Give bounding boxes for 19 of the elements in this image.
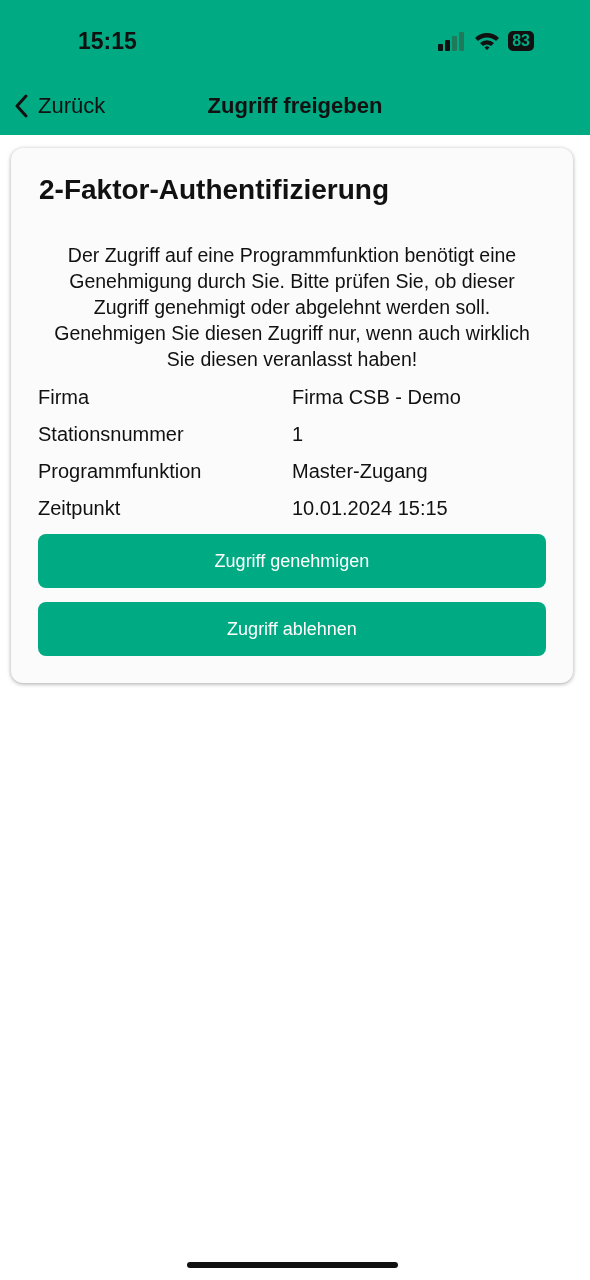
detail-value: Master-Zugang (292, 460, 429, 483)
card-title: 2-Faktor-Authentifizierung (39, 174, 390, 206)
detail-label: Programmfunktion (38, 460, 203, 483)
battery-level: 83 (508, 31, 534, 51)
detail-label: Stationsnummer (38, 423, 185, 446)
chevron-left-icon (14, 94, 28, 118)
detail-label: Firma (38, 386, 91, 409)
detail-label: Zeitpunkt (38, 497, 122, 520)
detail-value: 10.01.2024 15:15 (292, 497, 449, 520)
message-text: Der Zugriff auf eine Programmfunktion benötigt eine Genehmigung durch Sie. Bitte prüfen Sie, ob dieser Zugriff genehmigt oder abgelehnt werden soll. Genehmigen Sie diesen Zugriff nur, wenn auch wirklich Sie diesen veranlasst haben! (54, 243, 530, 372)
back-button[interactable]: Zurück (0, 93, 106, 119)
detail-value: Firma CSB - Demo (292, 386, 462, 409)
screen-title: Zugriff freigeben (207, 93, 383, 119)
approve-button[interactable]: Zugriff genehmigen (38, 534, 546, 588)
wifi-icon (474, 31, 501, 51)
signal-icon (438, 31, 467, 51)
detail-value: 1 (292, 423, 305, 446)
status-time: 15:15 (78, 27, 137, 55)
reject-button[interactable]: Zugriff ablehnen (38, 602, 546, 656)
